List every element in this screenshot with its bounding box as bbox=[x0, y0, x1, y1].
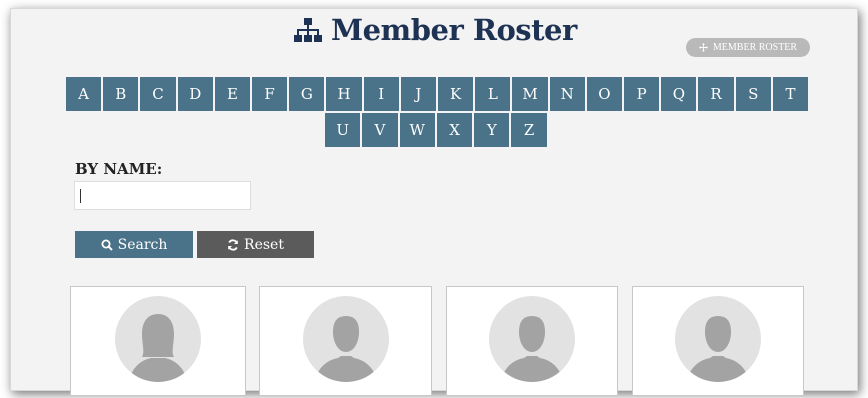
letter-button-o[interactable]: O bbox=[586, 77, 623, 111]
letter-button-x[interactable]: X bbox=[436, 113, 473, 147]
text-cursor bbox=[80, 189, 81, 203]
letter-button-h[interactable]: H bbox=[326, 77, 362, 111]
male-avatar-icon bbox=[489, 296, 575, 382]
letter-button-r[interactable]: R bbox=[698, 77, 734, 111]
page-title: Member Roster bbox=[293, 12, 577, 48]
member-card[interactable] bbox=[70, 286, 246, 396]
letter-button-b[interactable]: B bbox=[103, 77, 139, 111]
letter-button-w[interactable]: W bbox=[399, 113, 435, 147]
letter-button-l[interactable]: L bbox=[475, 77, 511, 111]
alphabet-filter: A B C D E F G H I J K L M N O P Q R S T … bbox=[66, 77, 809, 147]
reset-button[interactable]: Reset bbox=[197, 231, 314, 258]
letter-button-q[interactable]: Q bbox=[661, 77, 697, 111]
search-icon bbox=[101, 239, 113, 251]
letter-button-g[interactable]: G bbox=[289, 77, 325, 111]
alphabet-row-2: U V W X Y Z bbox=[66, 113, 808, 147]
badge-label: MEMBER ROSTER bbox=[712, 42, 798, 53]
page-title-text: Member Roster bbox=[331, 13, 577, 47]
letter-button-c[interactable]: C bbox=[140, 77, 176, 111]
member-card[interactable] bbox=[259, 286, 432, 396]
member-card[interactable] bbox=[632, 286, 804, 396]
letter-button-a[interactable]: A bbox=[66, 77, 102, 111]
member-roster-badge[interactable]: MEMBER ROSTER bbox=[686, 38, 810, 57]
letter-button-p[interactable]: P bbox=[624, 77, 660, 111]
letter-button-f[interactable]: F bbox=[252, 77, 288, 111]
female-avatar-icon bbox=[115, 296, 201, 382]
letter-button-k[interactable]: K bbox=[438, 77, 474, 111]
letter-button-z[interactable]: Z bbox=[511, 113, 547, 147]
letter-button-t[interactable]: T bbox=[772, 77, 809, 111]
letter-button-y[interactable]: Y bbox=[474, 113, 510, 147]
letter-button-m[interactable]: M bbox=[512, 77, 548, 111]
letter-button-v[interactable]: V bbox=[362, 113, 398, 147]
reset-button-label: Reset bbox=[244, 236, 284, 253]
male-avatar-icon bbox=[302, 296, 389, 382]
name-search-input[interactable] bbox=[74, 181, 251, 210]
alphabet-row-1: A B C D E F G H I J K L M N O P Q R S T bbox=[66, 77, 809, 111]
sitemap-icon bbox=[294, 18, 322, 42]
letter-button-e[interactable]: E bbox=[214, 77, 251, 111]
letter-button-s[interactable]: S bbox=[735, 77, 771, 111]
by-name-label: BY NAME: bbox=[75, 160, 163, 178]
search-button[interactable]: Search bbox=[75, 231, 193, 258]
move-icon bbox=[698, 43, 708, 52]
letter-button-u[interactable]: U bbox=[325, 113, 361, 147]
member-card[interactable] bbox=[446, 286, 618, 396]
male-avatar-icon bbox=[675, 296, 761, 382]
letter-button-n[interactable]: N bbox=[549, 77, 585, 111]
letter-button-i[interactable]: I bbox=[363, 77, 399, 111]
search-button-label: Search bbox=[117, 236, 168, 253]
letter-button-j[interactable]: J bbox=[400, 77, 437, 111]
refresh-icon bbox=[228, 238, 238, 251]
letter-button-d[interactable]: D bbox=[177, 77, 213, 111]
